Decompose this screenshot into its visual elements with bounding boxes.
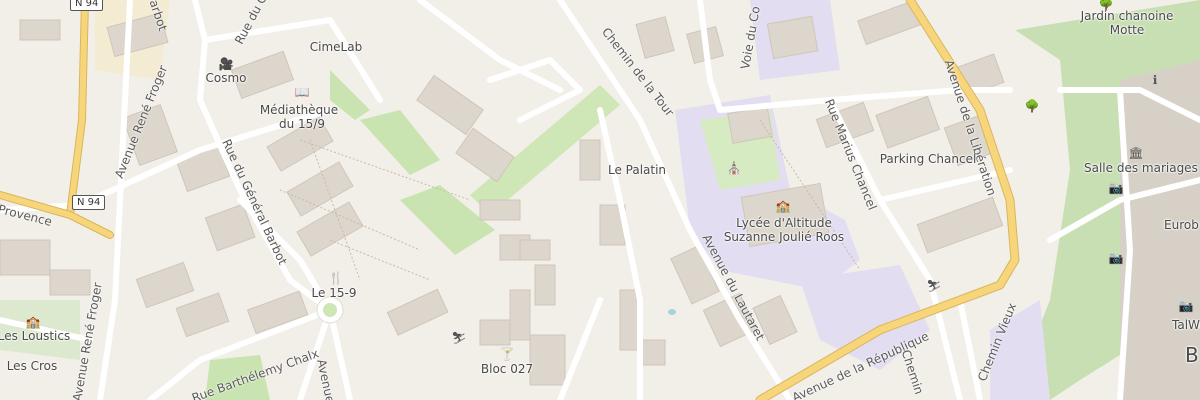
- place-label-mediatheque-sub[interactable]: du 15/9: [279, 117, 325, 132]
- playground-icon[interactable]: ⛷: [451, 331, 466, 345]
- library-icon[interactable]: 📖: [295, 85, 310, 99]
- place-label-lycee[interactable]: Lycée d'Altitude: [736, 216, 832, 231]
- camera-icon[interactable]: 📷: [1109, 181, 1124, 195]
- map-canvas[interactable]: [0, 0, 1200, 400]
- place-label-b[interactable]: B: [1185, 344, 1199, 367]
- playground-icon[interactable]: ⛷: [926, 279, 941, 293]
- camera-icon[interactable]: 📷: [1179, 299, 1194, 313]
- place-label-cimelab[interactable]: CimeLab: [310, 40, 362, 55]
- map-view[interactable]: N 94 N 94 arbot Rue du C Avenue René Fro…: [0, 0, 1200, 400]
- place-label-le-palatin[interactable]: Le Palatin: [608, 163, 666, 178]
- road-shield-n94-top: N 94: [70, 0, 104, 11]
- church-icon[interactable]: ⛪: [727, 161, 742, 175]
- road-shield-n94: N 94: [72, 195, 106, 210]
- place-label-eurob[interactable]: Eurob: [1164, 218, 1199, 233]
- camera-icon[interactable]: 📷: [1109, 251, 1124, 265]
- place-label-bloc-027[interactable]: Bloc 027: [481, 362, 533, 377]
- place-label-lycee-sub[interactable]: Suzanne Joulié Roos: [724, 230, 844, 245]
- information-icon[interactable]: ℹ: [1153, 73, 1158, 87]
- place-label-parking-chancel[interactable]: Parking Chancel: [880, 152, 977, 167]
- cinema-icon[interactable]: 🎥: [219, 57, 234, 71]
- roundabout-center: [323, 303, 337, 317]
- bar-icon[interactable]: 🍸: [500, 347, 515, 361]
- place-label-salle-des-mariages[interactable]: Salle des mariages: [1084, 161, 1198, 176]
- place-label-talwe[interactable]: TalWe: [1172, 318, 1200, 333]
- place-label-jardin-sub[interactable]: Motte: [1110, 23, 1145, 38]
- place-label-mediatheque[interactable]: Médiathèque: [260, 103, 338, 118]
- restaurant-icon[interactable]: 🍴: [329, 271, 344, 285]
- tree-icon[interactable]: 🌳: [1025, 99, 1040, 113]
- place-label-les-loustics[interactable]: Les Loustics: [0, 329, 70, 344]
- place-label-cosmo[interactable]: Cosmo: [205, 71, 246, 86]
- museum-icon[interactable]: 🏛: [1128, 146, 1143, 160]
- school-icon[interactable]: 🏫: [26, 315, 41, 329]
- place-label-jardin[interactable]: Jardin chanoine: [1081, 9, 1174, 24]
- pond: [668, 309, 676, 315]
- school-icon[interactable]: 🏫: [776, 199, 791, 213]
- place-label-le-15-9[interactable]: Le 15-9: [312, 286, 357, 301]
- place-label-les-cros[interactable]: Les Cros: [7, 359, 58, 374]
